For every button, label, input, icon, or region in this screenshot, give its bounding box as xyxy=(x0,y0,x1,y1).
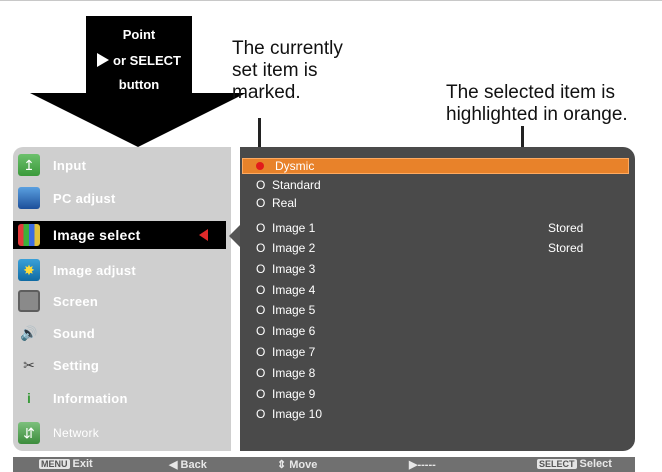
input-icon: ↥ xyxy=(18,154,40,176)
callout-line-1: Point xyxy=(122,27,156,42)
menu-item-screen[interactable]: Screen xyxy=(13,287,231,315)
annotation-line: The selected item is xyxy=(446,82,615,103)
sound-icon: 🔊 xyxy=(20,324,38,341)
exit-hint-label: Exit xyxy=(72,458,93,470)
list-item-image-8[interactable]: O Image 8 xyxy=(240,366,635,382)
annotation-line: The currently xyxy=(232,38,343,59)
list-item-label: Dysmic xyxy=(275,159,315,173)
list-item-image-4[interactable]: O Image 4 xyxy=(240,283,635,299)
menu-item-label: Information xyxy=(53,390,128,406)
radio-mark: O xyxy=(256,303,266,317)
list-item-image-9[interactable]: O Image 9 xyxy=(240,387,635,403)
image-adjust-icon: ✸ xyxy=(18,259,40,281)
main-menu: ↥ Input PC adjust Image select ✸ Image a… xyxy=(13,147,231,451)
annotation-current-marked: The currently set item is marked. xyxy=(232,38,343,104)
active-pointer-icon xyxy=(199,229,208,241)
radio-mark: O xyxy=(256,387,266,401)
radio-mark: O xyxy=(256,324,266,338)
menu-item-label: Network xyxy=(53,426,100,440)
network-icon: ⇵ xyxy=(18,422,40,444)
menu-item-label: Image adjust xyxy=(53,262,137,278)
current-set-marker-icon xyxy=(256,159,264,173)
radio-mark: O xyxy=(256,241,266,255)
panel-pointer xyxy=(229,225,240,247)
exit-hint: MENU Exit xyxy=(39,458,93,470)
callout-line-2-text: or SELECT xyxy=(113,53,181,68)
list-item-image-6[interactable]: O Image 6 xyxy=(240,324,635,340)
list-item-label: Image 8 xyxy=(272,366,316,380)
menu-item-image-adjust[interactable]: ✸ Image adjust xyxy=(13,256,231,284)
callout-line-2: or SELECT xyxy=(86,53,192,68)
list-item-image-7[interactable]: O Image 7 xyxy=(240,345,635,361)
information-icon: i xyxy=(27,390,31,406)
list-item-image-10[interactable]: O Image 10 xyxy=(240,407,635,423)
menu-item-input[interactable]: ↥ Input xyxy=(13,151,231,179)
annotation-line: marked. xyxy=(232,82,301,103)
list-item-label: Image 9 xyxy=(272,387,316,401)
annotation-highlight-orange: The selected item is highlighted in oran… xyxy=(446,82,628,126)
point-select-callout: Point or SELECT button xyxy=(86,16,192,94)
select-hint: SELECT Select xyxy=(537,458,612,470)
list-item-real[interactable]: O Real xyxy=(240,196,635,212)
menu-item-label: PC adjust xyxy=(53,190,116,206)
radio-mark: O xyxy=(256,196,266,210)
radio-mark: O xyxy=(256,221,266,235)
menu-item-information[interactable]: i Information xyxy=(13,384,231,412)
menu-item-label: Image select xyxy=(53,227,141,243)
radio-mark: O xyxy=(256,407,266,421)
list-item-dysmic[interactable]: Dysmic xyxy=(242,158,629,174)
menu-item-label: Setting xyxy=(53,357,100,373)
annotation-line: highlighted in orange. xyxy=(446,104,628,125)
pc-adjust-icon xyxy=(18,187,40,209)
menu-item-label: Sound xyxy=(53,325,95,341)
image-select-icon xyxy=(18,224,40,246)
play-triangle-icon xyxy=(97,53,110,67)
menu-item-network[interactable]: ⇵ Network xyxy=(13,419,231,447)
next-hint: ▶----- xyxy=(409,459,436,471)
list-item-label: Image 3 xyxy=(272,262,316,276)
list-item-image-2[interactable]: O Image 2 Stored xyxy=(240,241,635,257)
radio-mark: O xyxy=(256,178,266,192)
list-item-label: Real xyxy=(272,196,297,210)
callout-line-3: button xyxy=(118,77,160,92)
list-item-label: Image 4 xyxy=(272,283,316,297)
annotation-line: set item is xyxy=(232,60,318,81)
radio-mark: O xyxy=(256,262,266,276)
red-dot-icon xyxy=(256,162,264,170)
screen-icon xyxy=(18,290,40,312)
list-item-label: Image 5 xyxy=(272,303,316,317)
menu-key-icon: MENU xyxy=(39,459,70,469)
menu-item-image-select[interactable]: Image select xyxy=(13,221,226,249)
radio-mark: O xyxy=(256,283,266,297)
stored-status: Stored xyxy=(548,221,584,235)
select-key-icon: SELECT xyxy=(537,459,577,469)
list-item-label: Image 10 xyxy=(272,407,323,421)
down-arrow-icon xyxy=(30,93,246,147)
menu-item-label: Input xyxy=(53,157,87,173)
stored-status: Stored xyxy=(548,241,584,255)
radio-mark: O xyxy=(256,345,266,359)
key-guide-bar: MENU Exit ◀ Back ⇕ Move ▶----- SELECT Sele… xyxy=(13,457,635,472)
list-item-label: Image 6 xyxy=(272,324,316,338)
list-item-image-1[interactable]: O Image 1 Stored xyxy=(240,221,635,237)
list-item-label: Standard xyxy=(272,178,321,192)
move-hint: ⇕ Move xyxy=(277,459,318,471)
select-hint-label: Select xyxy=(579,458,612,470)
menu-item-pc-adjust[interactable]: PC adjust xyxy=(13,184,231,212)
menu-item-setting[interactable]: ✂ Setting xyxy=(13,351,231,379)
list-item-label: Image 2 xyxy=(272,241,316,255)
radio-mark: O xyxy=(256,366,266,380)
top-rule xyxy=(0,0,662,1)
list-item-label: Image 7 xyxy=(272,345,316,359)
menu-item-label: Screen xyxy=(53,293,99,309)
back-hint: ◀ Back xyxy=(169,459,207,471)
image-select-list: Dysmic O Standard O Real O Image 1 Store… xyxy=(240,147,635,451)
setting-icon: ✂ xyxy=(23,356,35,373)
list-item-image-3[interactable]: O Image 3 xyxy=(240,262,635,278)
menu-item-sound[interactable]: 🔊 Sound xyxy=(13,319,231,347)
list-item-image-5[interactable]: O Image 5 xyxy=(240,303,635,319)
list-item-label: Image 1 xyxy=(272,221,316,235)
list-item-standard[interactable]: O Standard xyxy=(240,178,635,194)
